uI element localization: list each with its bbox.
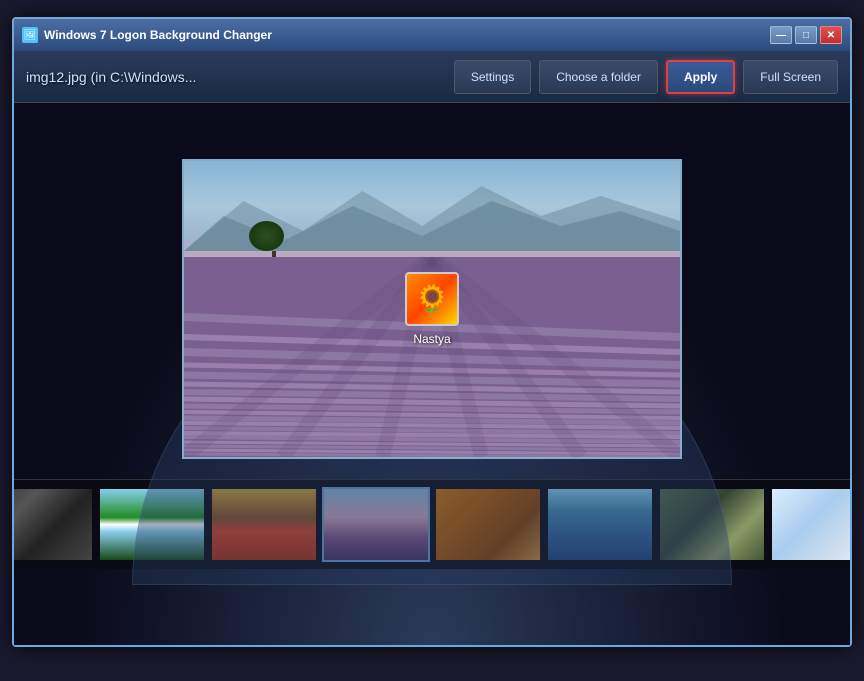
- preview-background: 🌻 Nastya: [184, 161, 680, 457]
- thumbnail-inner-1: [14, 489, 92, 560]
- user-icon-container: 🌻 Nastya: [405, 272, 459, 346]
- minimize-button[interactable]: —: [770, 26, 792, 44]
- thumbnail-1[interactable]: [14, 487, 94, 562]
- main-content: 🌻 Nastya: [14, 103, 850, 645]
- user-name: Nastya: [413, 332, 450, 346]
- current-file-label: img12.jpg (in C:\Windows...: [26, 69, 446, 85]
- toolbar: img12.jpg (in C:\Windows... Settings Cho…: [14, 51, 850, 103]
- app-icon: 🖼: [22, 27, 38, 43]
- tree-canopy: [249, 221, 284, 251]
- window-controls: — □ ✕: [770, 26, 842, 44]
- maximize-button[interactable]: □: [795, 26, 817, 44]
- thumbnail-inner-8: [772, 489, 850, 560]
- preview-container: 🌻 Nastya: [182, 159, 682, 459]
- user-avatar: 🌻: [405, 272, 459, 326]
- main-window: 🖼 Windows 7 Logon Background Changer — □…: [12, 17, 852, 647]
- window-title: Windows 7 Logon Background Changer: [44, 28, 770, 42]
- apply-button[interactable]: Apply: [666, 60, 735, 94]
- thumbnail-8[interactable]: [770, 487, 850, 562]
- title-bar: 🖼 Windows 7 Logon Background Changer — □…: [14, 19, 850, 51]
- settings-button[interactable]: Settings: [454, 60, 531, 94]
- choose-folder-button[interactable]: Choose a folder: [539, 60, 658, 94]
- fullscreen-button[interactable]: Full Screen: [743, 60, 838, 94]
- close-button[interactable]: ✕: [820, 26, 842, 44]
